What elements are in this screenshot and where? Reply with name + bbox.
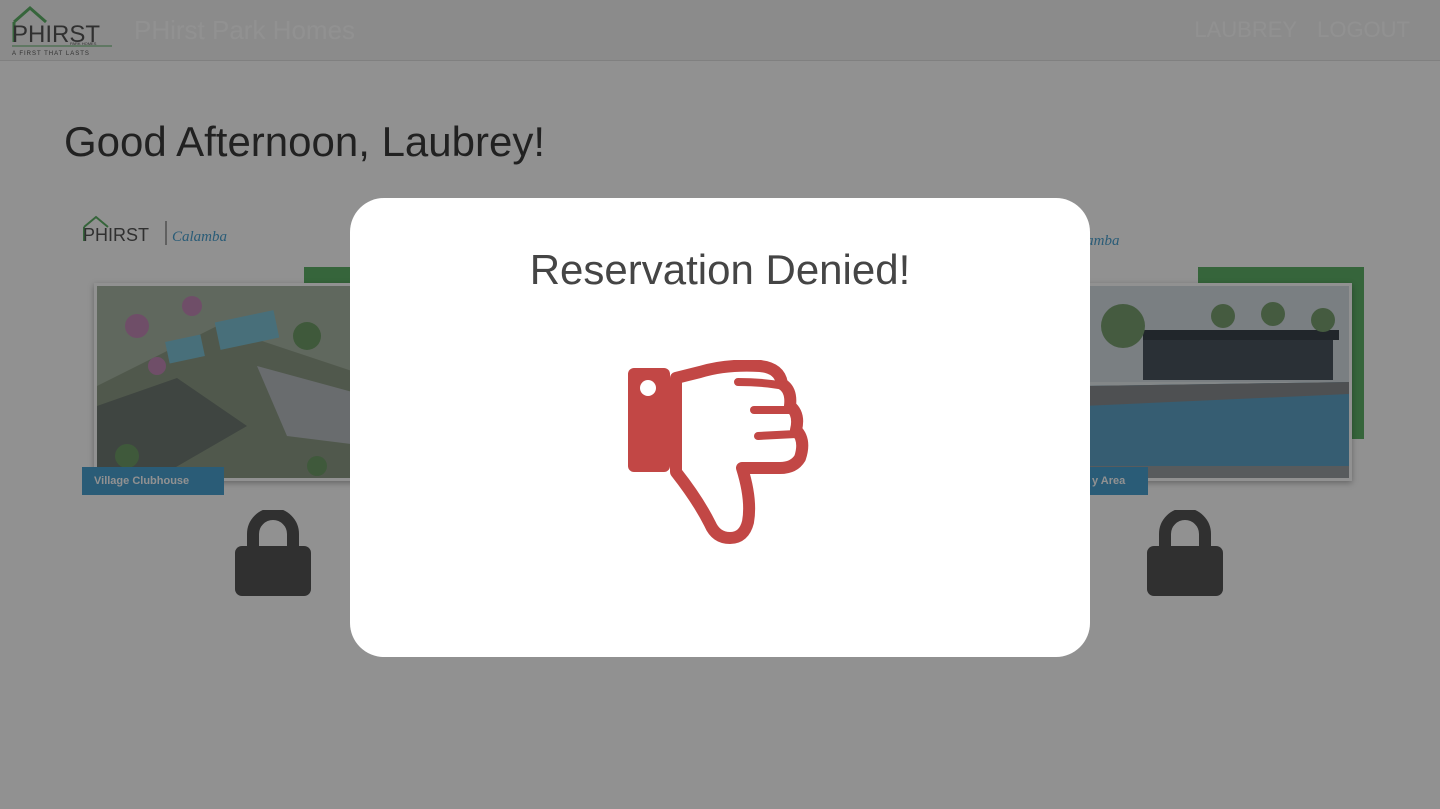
thumbs-down-icon (628, 360, 809, 544)
modal-title: Reservation Denied! (529, 246, 911, 293)
reservation-denied-modal: Reservation Denied! (350, 198, 1090, 657)
